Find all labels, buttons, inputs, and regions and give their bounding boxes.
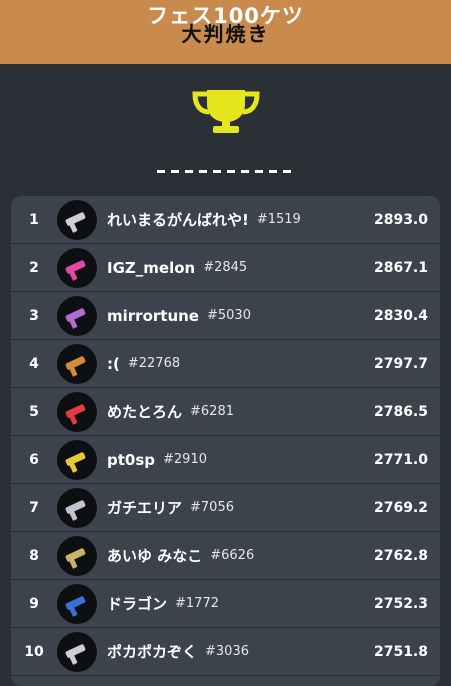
player-name: れいまるがんばれや! xyxy=(107,211,249,229)
leaderboard-row[interactable]: 6 pt0sp #2910 2771.0 xyxy=(11,436,440,484)
rank-number: 6 xyxy=(29,451,39,468)
hero-section xyxy=(0,64,451,196)
player-tag: #22768 xyxy=(127,356,181,371)
player-score: 2797.7 xyxy=(373,355,428,372)
weapon-icon xyxy=(57,631,97,672)
player-name: めたとろん xyxy=(107,403,183,421)
leaderboard-row[interactable]: 5 めたとろん #6281 2786.5 xyxy=(11,388,440,436)
player-score: 2751.8 xyxy=(373,643,428,660)
weapon-icon xyxy=(57,535,97,576)
rank-number: 1 xyxy=(29,211,39,228)
player-tag: #6281 xyxy=(190,404,234,419)
player-tag: #3036 xyxy=(205,644,249,659)
player-name: pt0sp xyxy=(107,450,156,469)
weapon-icon xyxy=(57,199,97,240)
rank-number: 7 xyxy=(29,499,39,516)
player-tag: #5030 xyxy=(206,308,251,323)
leaderboard-title: フェス100ケツ xyxy=(147,4,304,28)
player-tag: #6626 xyxy=(210,548,255,563)
player-score: 2769.2 xyxy=(373,499,428,516)
weapon-icon xyxy=(57,247,97,288)
leaderboard-row[interactable]: 8 あいゆ みなこ #6626 2762.8 xyxy=(11,532,440,580)
rank-number: 10 xyxy=(24,643,44,660)
leaderboard-list: 1 れいまるがんばれや! #1519 2893.0 2 IGZ_melon #2845 286… xyxy=(11,196,440,686)
leaderboard-row[interactable]: 9 ドラゴン #1772 2752.3 xyxy=(11,580,440,628)
weapon-icon xyxy=(57,343,97,384)
leaderboard-row[interactable]: 7 ガチエリア #7056 2769.2 xyxy=(11,484,440,532)
player-score: 2762.8 xyxy=(373,547,428,564)
rank-number: 2 xyxy=(29,259,39,276)
player-tag: #7056 xyxy=(190,500,234,515)
player-score: 2830.4 xyxy=(373,307,428,324)
rank-number: 5 xyxy=(29,403,39,420)
player-name: mirrortune xyxy=(107,306,199,325)
player-score: 2771.0 xyxy=(373,451,428,468)
rank-number: 3 xyxy=(29,307,39,324)
player-name: ポカポカぞく xyxy=(107,643,198,661)
player-name: ドラゴン xyxy=(107,595,168,613)
leaderboard-row[interactable]: 4 :( #22768 2797.7 xyxy=(11,340,440,388)
leaderboard-row[interactable]: 3 mirrortune #5030 2830.4 xyxy=(11,292,440,340)
player-name: IGZ_melon xyxy=(107,258,196,277)
leaderboard-row[interactable]: 10 ポカポカぞく #3036 2751.8 xyxy=(11,628,440,676)
weapon-icon xyxy=(57,487,97,528)
weapon-icon xyxy=(57,583,97,624)
rank-number: 4 xyxy=(29,355,39,372)
player-tag: #1519 xyxy=(256,212,301,227)
player-tag: #2845 xyxy=(203,260,248,275)
player-tag: #1772 xyxy=(175,596,219,611)
weapon-icon xyxy=(57,295,97,336)
player-score: 2752.3 xyxy=(373,595,428,612)
leaderboard-row[interactable]: 1 れいまるがんばれや! #1519 2893.0 xyxy=(11,196,440,244)
title-divider xyxy=(156,170,295,173)
trophy-icon xyxy=(191,90,260,133)
player-tag: #2910 xyxy=(163,452,207,467)
rank-number: 9 xyxy=(29,595,39,612)
player-name: :( xyxy=(107,354,120,373)
player-name: あいゆ みなこ xyxy=(107,547,203,565)
rank-number: 8 xyxy=(29,547,39,564)
weapon-icon xyxy=(57,439,97,480)
leaderboard-row[interactable]: 2 IGZ_melon #2845 2867.1 xyxy=(11,244,440,292)
player-name: ガチエリア xyxy=(107,499,183,517)
player-score: 2867.1 xyxy=(373,259,428,276)
player-score: 2786.5 xyxy=(373,403,428,420)
weapon-icon xyxy=(57,391,97,432)
player-score: 2893.0 xyxy=(373,211,428,228)
